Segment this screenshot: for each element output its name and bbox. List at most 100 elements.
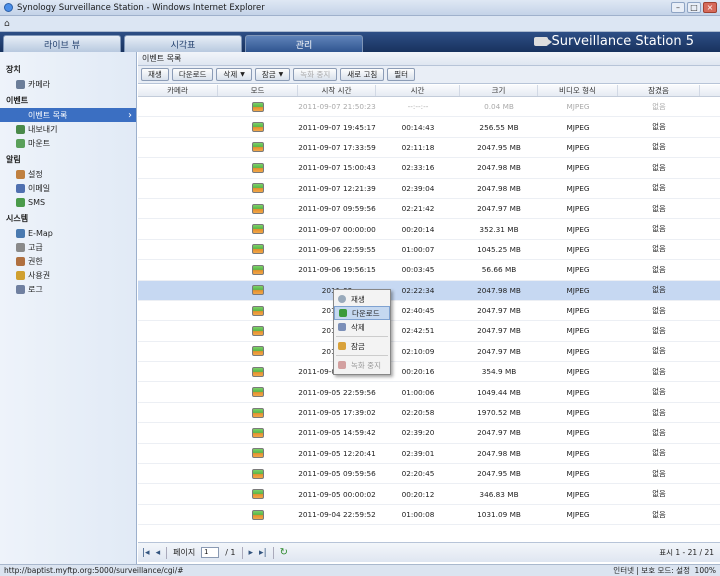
sidebar: 장치카메라이벤트이벤트 목록내보내기마운트알림설정이메일 SMS 시스템 E-Map 고… [0, 52, 137, 564]
refresh-button[interactable]: 새로 고침 [340, 68, 385, 81]
table-row[interactable]: 2011-09-05 17:39:02 02:20:58 1970.52 MB MJP… [138, 403, 720, 424]
table-row[interactable]: 2011-09-07 09:59:56 02:21:42 2047.97 MB MJP… [138, 199, 720, 220]
first-page-icon[interactable]: |◂ [142, 548, 150, 558]
sidebar-item[interactable]: 고급 [0, 240, 136, 254]
delete-button[interactable]: 삭제 ▼ [216, 68, 252, 81]
table-row[interactable]: 2011-09-05 12:20:41 02:39:01 2047.98 MB MJP… [138, 444, 720, 465]
sidebar-section-title: 장치 [6, 65, 21, 74]
column-header-duration[interactable]: 시간 [376, 85, 460, 96]
minimize-button[interactable]: – [671, 2, 685, 13]
table-row[interactable]: 2011-0902:42:512047.97 MBMJPEG없음 [138, 321, 720, 342]
next-page-icon[interactable]: ▸ [249, 548, 254, 558]
last-page-icon[interactable]: ▸| [259, 548, 267, 558]
filter-button[interactable]: 필터 [387, 68, 416, 81]
column-header-size[interactable]: 크기 [460, 85, 538, 96]
menu-item-play[interactable]: 재생 [334, 292, 390, 306]
table-row[interactable]: 2011-09-07 12:21:39 02:39:04 2047.98 MB MJP… [138, 179, 720, 199]
menu-item-lock[interactable]: 잠금 [334, 339, 390, 353]
table-row[interactable]: 2011-09-04 22:59:52 01:00:08 1031.09 MB MJP… [138, 505, 720, 526]
table-row[interactable]: 2011-09-05 09:59:56 02:20:45 2047.95 MB MJP… [138, 464, 720, 485]
tab-management[interactable]: 관리 [245, 35, 363, 52]
tab-timeline[interactable]: 시각표 [124, 35, 242, 52]
table-row[interactable]: 2011-09-07 21:50:23 --:--:-- 0.04 MB MJPEG 없… [138, 97, 720, 118]
sidebar-item[interactable]: 내보내기 [0, 122, 136, 136]
cell-size: 2047.97 MB [477, 204, 521, 214]
menu-item-label: 재생 [351, 294, 365, 304]
cell-camera [138, 281, 218, 300]
cell-start-time: 2011-09-05 00:00:02 [298, 489, 376, 499]
cell-camera [138, 97, 218, 116]
column-header-start-time[interactable]: 시작 시간 [298, 85, 376, 96]
sidebar-item[interactable]: 이벤트 목록 [0, 108, 136, 122]
table-row[interactable]: 2011-09-07 00:00:00 00:20:14 352.31 MB MJPE… [138, 219, 720, 240]
table-row[interactable]: 2011-09-06 19:56:15 00:03:45 56.66 MB MJPEG… [138, 260, 720, 281]
recording-mode-icon [252, 162, 264, 173]
play-icon [338, 295, 346, 303]
sidebar-section-title: 이벤트 [6, 96, 29, 105]
ie-icon [4, 3, 13, 12]
sidebar-item-label: 고급 [28, 242, 43, 252]
home-icon[interactable]: ⌂ [4, 19, 10, 29]
sidebar-item[interactable]: SMS [0, 195, 136, 209]
table-row[interactable]: 2011-09-06 22:59:55 01:00:07 1045.25 MB MJP… [138, 240, 720, 261]
menu-item-stop-recording[interactable]: 녹화 중지 [334, 358, 390, 372]
zoom-level[interactable]: 100% [695, 566, 716, 575]
window-title: Synology Surveillance Station - Windows … [17, 2, 265, 13]
table-row[interactable]: 2011-09-07 19:45:17 00:14:43 256.55 MB MJPE… [138, 117, 720, 138]
table-row[interactable]: 2011-09-05 22:59:56 01:00:06 1049.44 MB MJP… [138, 382, 720, 403]
sidebar-item[interactable]: 설정 [0, 167, 136, 181]
recording-mode-icon [252, 468, 264, 479]
table-row[interactable]: 2011-09-07 15:00:43 02:33:16 2047.98 MB MJP… [138, 158, 720, 179]
recording-mode-icon [252, 509, 264, 520]
table-row[interactable]: 2011-0902:10:092047.97 MBMJPEG없음 [138, 342, 720, 363]
cell-duration: 00:20:12 [401, 489, 435, 499]
column-header-video-format[interactable]: 비디오 형식 [538, 85, 618, 96]
column-header-locked[interactable]: 잠겼음 [618, 85, 700, 96]
recording-mode-icon [252, 387, 264, 398]
cell-start-time: 2011-09-06 19:56:15 [298, 265, 376, 275]
sidebar-item[interactable]: 권한 [0, 254, 136, 268]
menu-item-download[interactable]: 다운로드 [334, 306, 390, 320]
play-button[interactable]: 재생 [141, 68, 169, 81]
maximize-button[interactable]: □ [687, 2, 701, 13]
cell-locked: 없음 [652, 366, 666, 376]
page-input[interactable] [201, 547, 220, 558]
table-row[interactable]: 2011-09-05 14:59:42 02:39:20 2047.97 MB MJP… [138, 423, 720, 444]
event-toolbar: 재생 다운로드 삭제 ▼ 잠금 ▼ 녹화 중지 새로 고침 필터 [138, 66, 720, 84]
recording-mode-icon [252, 489, 264, 500]
prev-page-icon[interactable]: ◂ [156, 548, 161, 558]
cell-video-format: MJPEG [566, 265, 590, 275]
cell-locked: 없음 [652, 122, 666, 132]
table-row[interactable]: 2011-0902:40:452047.97 MBMJPEG없음 [138, 301, 720, 322]
sidebar-item[interactable]: 카메라 [0, 77, 136, 91]
table-row[interactable]: 2011-09-05 00:00:02 00:20:12 346.83 MB MJPE… [138, 484, 720, 505]
sidebar-item[interactable]: 사용권 [0, 268, 136, 282]
download-button[interactable]: 다운로드 [171, 68, 214, 81]
sidebar-item[interactable]: E-Map [0, 226, 136, 240]
cell-locked: 없음 [652, 407, 666, 417]
license-icon [16, 270, 25, 280]
table-row[interactable]: 2011-0902:22:342047.98 MBMJPEG없음 [138, 280, 720, 301]
sidebar-item[interactable]: 마운트 [0, 136, 136, 150]
table-row[interactable]: 2011-09-07 17:33:59 02:11:18 2047.95 MB MJP… [138, 138, 720, 159]
sidebar-item-label: 카메라 [28, 79, 51, 89]
cell-mode [218, 158, 298, 177]
refresh-icon[interactable]: ↻ [280, 547, 288, 558]
tab-live-view[interactable]: 라이브 뷰 [3, 35, 121, 52]
column-header-mode[interactable]: 모드 [218, 85, 298, 96]
brand-name: Surveillance Station 5 [551, 34, 694, 49]
cell-locked: 없음 [652, 162, 666, 172]
table-row[interactable]: 2011-09-05 23:59:5900:20:16354.9 MBMJPEG… [138, 362, 720, 383]
sidebar-item[interactable]: 이메일 [0, 181, 136, 195]
column-header-camera[interactable]: 카메라 [138, 85, 218, 96]
sidebar-item-label: 이메일 [28, 183, 51, 193]
stop-recording-button[interactable]: 녹화 중지 [293, 68, 338, 81]
sidebar-item[interactable]: 로그 [0, 282, 136, 296]
chevron-down-icon: ▼ [240, 71, 245, 78]
menu-item-delete[interactable]: 삭제 [334, 320, 390, 334]
lock-button[interactable]: 잠금 ▼ [254, 68, 291, 81]
lock-label: 잠금 [261, 70, 276, 79]
event-list-icon [16, 110, 25, 120]
close-button[interactable]: × [703, 2, 717, 13]
cell-size: 0.04 MB [484, 102, 514, 112]
